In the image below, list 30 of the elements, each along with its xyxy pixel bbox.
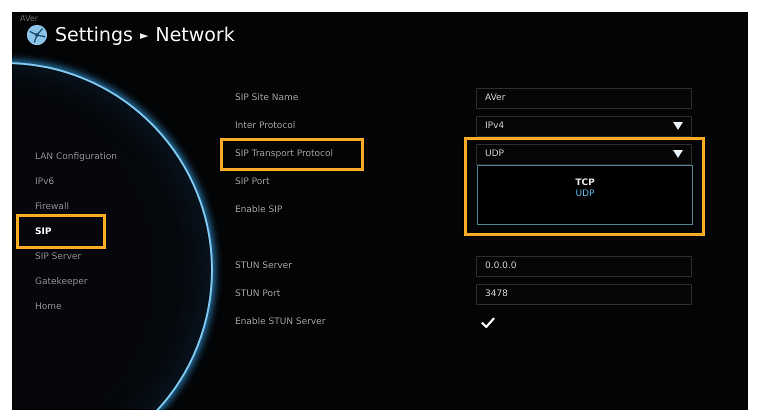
dropdown-field[interactable]: IPv4	[476, 116, 692, 136]
field-label: SIP Port	[235, 177, 270, 187]
menu-item[interactable]: Gatekeeper	[35, 276, 88, 286]
dropdown-option[interactable]: UDP	[576, 189, 594, 200]
breadcrumb-item: Network	[155, 24, 235, 46]
breadcrumb-separator: ►	[140, 28, 148, 42]
caret-icon	[673, 150, 683, 158]
menu-item[interactable]: Firewall	[35, 202, 69, 212]
breadcrumb-item: Settings	[55, 24, 133, 46]
brand-label: AVer	[20, 14, 38, 23]
dropdown-field[interactable]: UDP	[476, 144, 692, 164]
dropdown-option[interactable]: TCP	[575, 178, 595, 189]
menu-item[interactable]: SIP	[16, 214, 106, 249]
checkmark-icon[interactable]	[481, 316, 495, 328]
field-label: STUN Server	[235, 261, 292, 271]
menu-item[interactable]: IPv6	[35, 176, 54, 186]
input-field[interactable]: 3478	[476, 284, 692, 304]
field-label: Inter Protocol	[235, 121, 296, 131]
menu-item[interactable]: LAN Configuration	[35, 152, 118, 162]
globe-icon	[26, 24, 48, 46]
menu-item[interactable]: Home	[35, 302, 62, 312]
menu-item[interactable]: SIP Server	[35, 252, 82, 262]
field-label: Enable STUN Server	[235, 317, 326, 327]
field-label: SIP Transport Protocol	[220, 138, 364, 170]
input-field[interactable]: AVer	[476, 88, 692, 108]
field-label: SIP Site Name	[235, 93, 298, 103]
input-field[interactable]: 0.0.0.0	[476, 256, 692, 276]
field-label: STUN Port	[235, 289, 280, 299]
field-label: Enable SIP	[235, 205, 282, 215]
caret-icon	[673, 122, 683, 130]
